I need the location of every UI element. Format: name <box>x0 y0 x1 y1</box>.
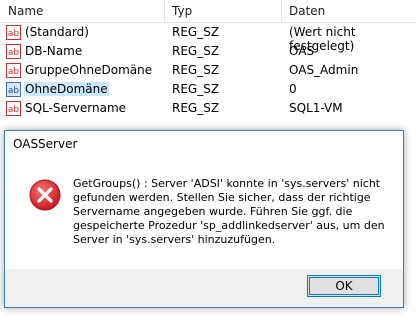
row-type: REG_SZ <box>172 82 220 96</box>
registry-row[interactable]: ab GruppeOhneDomäne REG_SZ OAS_Admin <box>0 62 416 81</box>
row-data: SQL1-VM <box>289 101 343 115</box>
row-data: OAS <box>289 44 315 58</box>
string-value-icon: ab <box>6 44 21 59</box>
column-separator[interactable] <box>281 0 282 22</box>
string-value-icon: ab <box>6 101 21 116</box>
row-name: SQL-Servername <box>25 101 127 115</box>
column-name-header[interactable]: Name <box>8 4 43 18</box>
registry-row[interactable]: ab (Standard) REG_SZ (Wert nicht festgel… <box>0 24 416 53</box>
svg-text:ab: ab <box>8 48 20 58</box>
string-value-icon: ab <box>6 25 21 40</box>
ok-button[interactable]: OK <box>307 275 381 297</box>
row-type: REG_SZ <box>172 101 220 115</box>
row-data: 0 <box>289 82 297 96</box>
error-dialog: OASServer GetGroups() : Server 'ADSI' ko… <box>4 130 404 308</box>
row-type: REG_SZ <box>172 63 220 77</box>
dialog-title: OASServer <box>13 137 78 151</box>
string-value-icon: ab <box>6 82 21 97</box>
dialog-footer: OK <box>5 269 403 307</box>
svg-text:ab: ab <box>8 86 20 96</box>
column-type-header[interactable]: Typ <box>172 4 192 18</box>
row-name: DB-Name <box>25 44 83 58</box>
row-name: GruppeOhneDomäne <box>25 63 153 77</box>
svg-text:ab: ab <box>8 105 20 115</box>
column-data-header[interactable]: Daten <box>289 4 325 18</box>
row-name: OhneDomäne <box>24 82 109 96</box>
svg-text:ab: ab <box>8 29 20 39</box>
string-value-icon: ab <box>6 63 21 78</box>
row-type: REG_SZ <box>172 25 220 39</box>
svg-text:ab: ab <box>8 67 20 77</box>
registry-row[interactable]: ab SQL-Servername REG_SZ SQL1-VM <box>0 100 416 119</box>
registry-row-selected[interactable]: ab OhneDomäne REG_SZ 0 <box>0 81 416 100</box>
row-data: OAS_Admin <box>289 63 359 77</box>
row-type: REG_SZ <box>172 44 220 58</box>
column-separator[interactable] <box>164 0 165 22</box>
error-icon <box>29 179 61 211</box>
dialog-body: GetGroups() : Server 'ADSI' konnte in 's… <box>5 161 403 269</box>
row-name: (Standard) <box>25 25 89 39</box>
column-header: Name Typ Daten <box>0 0 416 23</box>
error-message: GetGroups() : Server 'ADSI' konnte in 's… <box>73 177 385 246</box>
registry-row[interactable]: ab DB-Name REG_SZ OAS <box>0 43 416 62</box>
